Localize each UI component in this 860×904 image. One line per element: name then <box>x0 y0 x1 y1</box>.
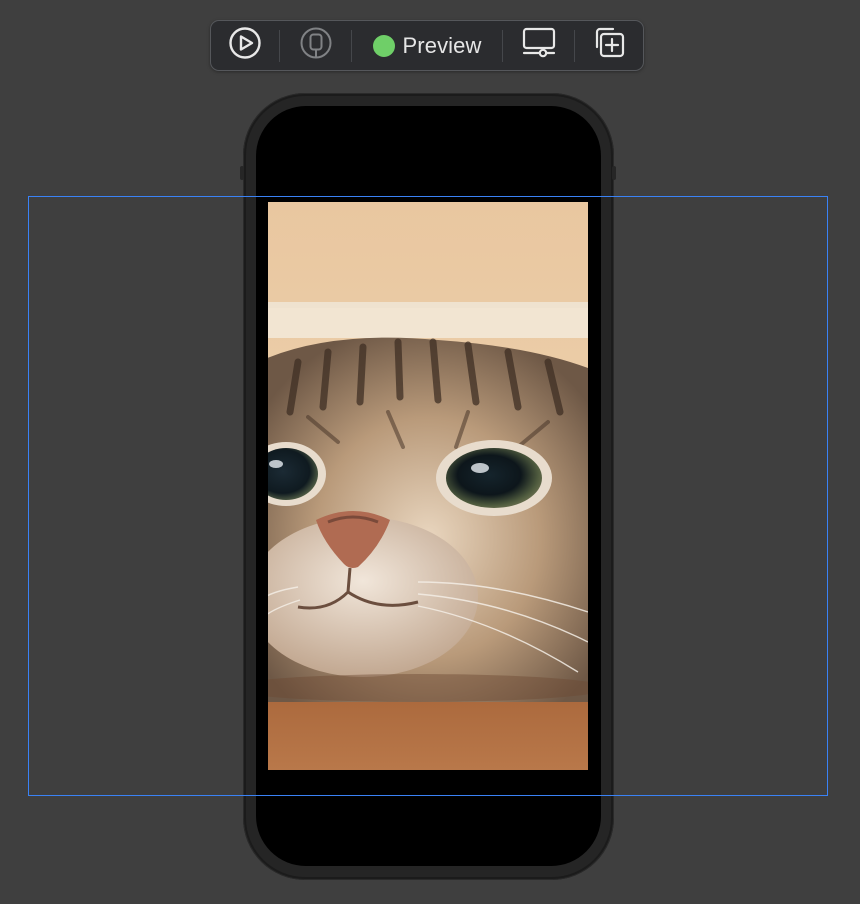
status-dot <box>372 34 395 57</box>
device-settings-button[interactable] <box>503 20 575 71</box>
preview-label: Preview <box>402 32 482 58</box>
duplicate-preview-icon <box>591 25 627 66</box>
device-side-button <box>240 166 244 180</box>
duplicate-preview-button[interactable] <box>575 20 643 71</box>
preview-status-button[interactable]: Preview <box>352 20 501 71</box>
preview-canvas: Preview <box>0 0 860 904</box>
selectable-mode-button[interactable] <box>280 20 352 71</box>
device-settings-icon <box>521 26 557 65</box>
live-preview-button[interactable] <box>211 20 279 71</box>
preview-toolbar: Preview <box>210 20 644 71</box>
play-circle-icon <box>228 26 262 65</box>
cat-photo <box>268 202 588 770</box>
device-side-button <box>612 166 616 180</box>
device-selectable-icon <box>299 26 333 65</box>
